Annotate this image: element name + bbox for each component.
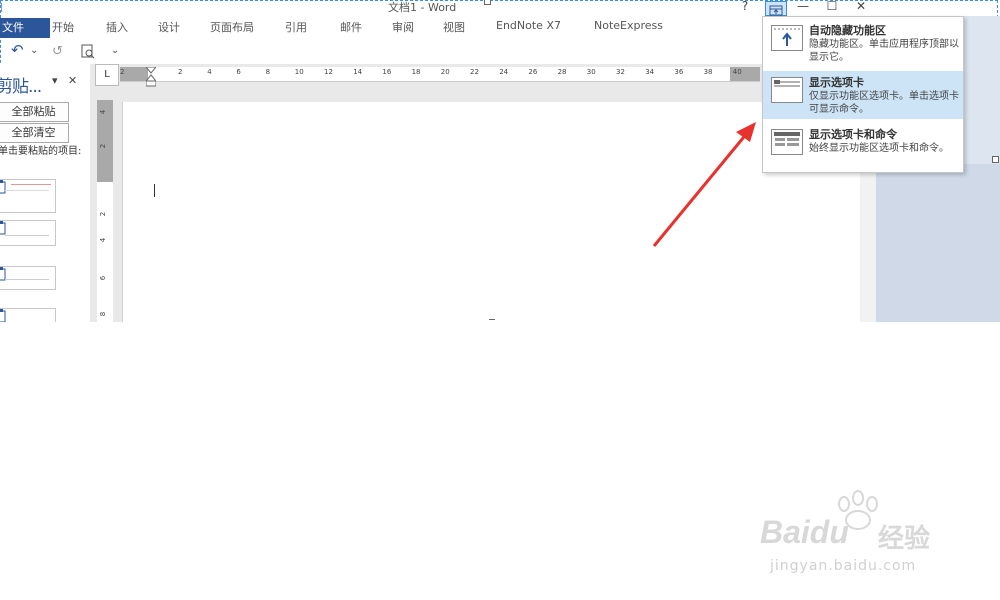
clipboard-item[interactable]	[0, 266, 56, 290]
ruler-tick-label: 28	[557, 68, 567, 76]
ruler-tick-label: 22	[470, 68, 479, 76]
resize-handle[interactable]	[484, 0, 491, 5]
option-desc: 始终显示功能区选项卡和命令。	[809, 143, 949, 154]
clipboard-item[interactable]	[0, 179, 56, 213]
option-show-tabs[interactable]: 显示选项卡 仅显示功能区选项卡。单击选项卡可显示命令。	[763, 71, 963, 119]
undo-icon[interactable]: ↶	[11, 41, 24, 59]
ruler-tick-label: 16	[382, 68, 392, 76]
option-auto-hide-ribbon[interactable]: 自动隐藏功能区 隐藏功能区。单击应用程序顶部以显示它。	[763, 19, 963, 67]
clipboard-pane: 剪贴... ▾ ✕ 全部粘贴 全部清空 单击要粘贴的项目:	[0, 64, 88, 322]
option-desc: 隐藏功能区。单击应用程序顶部以显示它。	[809, 39, 959, 63]
show-tabs-icon	[771, 77, 803, 103]
word-window: ▯ 文档1 - Word ? — ☐ ✕ 文件 开始 插入 设计 页面布局 引用…	[0, 0, 1000, 322]
ruler-tick-label: 2	[99, 143, 108, 149]
ruler-tick-label: 40	[732, 68, 742, 76]
ruler-tick-label: 14	[353, 68, 363, 76]
redo-icon[interactable]: ↺	[52, 44, 63, 59]
tab-endnote[interactable]: EndNote X7	[496, 19, 561, 32]
tab-review[interactable]: 审阅	[392, 19, 414, 35]
ruler-tick-label: 34	[645, 68, 655, 76]
clipboard-item-icon	[0, 221, 6, 235]
desktop-background	[876, 164, 1000, 322]
ruler-tick-label: 8	[99, 311, 108, 317]
indent-marker-icon[interactable]	[146, 67, 156, 87]
pane-close-button[interactable]: ✕	[68, 74, 77, 87]
print-preview-icon[interactable]	[80, 43, 96, 63]
tab-layout[interactable]: 页面布局	[210, 19, 254, 35]
clipboard-pane-title: 剪贴...	[0, 77, 42, 97]
ruler-tick-label: 6	[99, 275, 108, 281]
option-title: 显示选项卡	[809, 76, 864, 89]
baidu-watermark: Baidu 经验 jingyan.baidu.com	[760, 490, 960, 580]
ruler-tick-label: 4	[99, 109, 108, 115]
option-desc: 仅显示功能区选项卡。单击选项卡可显示命令。	[809, 91, 959, 115]
tab-noteexpress[interactable]: NoteExpress	[594, 19, 663, 32]
ruler-tick-label: 26	[528, 68, 538, 76]
ruler-tick-label: 4	[207, 68, 212, 76]
option-show-tabs-and-commands[interactable]: 显示选项卡和命令 始终显示功能区选项卡和命令。	[763, 123, 963, 171]
page-marker	[489, 319, 495, 320]
ruler-tick-label: 24	[499, 68, 509, 76]
ruler-tick-label: 12	[324, 68, 333, 76]
ruler-tick-label: 2	[99, 211, 108, 217]
option-title: 自动隐藏功能区	[809, 24, 886, 37]
ruler-tick-label: 6	[236, 68, 241, 76]
ruler-tick-label: 4	[99, 237, 108, 243]
ruler-tick-label: 10	[294, 68, 304, 76]
undo-dropdown-icon[interactable]: ⌄	[30, 45, 38, 56]
tab-view[interactable]: 视图	[443, 19, 465, 35]
tab-insert[interactable]: 插入	[106, 19, 128, 35]
clipboard-item[interactable]	[0, 308, 56, 322]
tab-stop-selector[interactable]: L	[95, 64, 119, 86]
watermark-brand-cn: 经验	[878, 524, 931, 554]
pane-options-dropdown[interactable]: ▾	[52, 74, 58, 87]
tab-design[interactable]: 设计	[158, 19, 180, 35]
clipboard-item-icon	[0, 309, 6, 322]
ruler-tick-label: 20	[440, 68, 450, 76]
ribbon-display-options-menu: 自动隐藏功能区 隐藏功能区。单击应用程序顶部以显示它。 显示选项卡 仅显示功能区…	[762, 16, 964, 173]
tab-home[interactable]: 开始	[52, 19, 74, 35]
watermark-brand: Baidu	[760, 514, 849, 550]
clear-all-button[interactable]: 全部清空	[0, 123, 69, 143]
ruler-tick-label: 36	[674, 68, 684, 76]
clipboard-item[interactable]	[0, 220, 56, 246]
clipboard-item-icon	[0, 180, 6, 194]
tab-mailings[interactable]: 邮件	[340, 19, 362, 35]
ruler-tick-label: 2	[120, 68, 125, 76]
show-tabs-commands-icon	[771, 129, 803, 155]
vertical-ruler[interactable]: 4 2 2 4 6 8	[97, 100, 113, 322]
ruler-tick-label: 2	[178, 68, 183, 76]
paste-all-button[interactable]: 全部粘贴	[0, 102, 69, 122]
tab-references[interactable]: 引用	[285, 19, 307, 35]
red-arrow-annotation	[652, 122, 756, 247]
watermark-url: jingyan.baidu.com	[770, 558, 917, 574]
horizontal-ruler[interactable]: 2 2 4 6 8 10 12 14 16 18 20 22 24 26 28 30 32 34 36 38 40	[120, 67, 760, 87]
ruler-tick-label: 38	[703, 68, 713, 76]
option-title: 显示选项卡和命令	[809, 128, 897, 141]
auto-hide-ribbon-icon	[771, 25, 803, 51]
customize-qat-icon[interactable]: ⌄	[111, 45, 119, 56]
ribbon-tabs: 开始 插入 设计 页面布局 引用 邮件 审阅 视图 EndNote X7 Not…	[0, 17, 760, 37]
ruler-tick-label: 32	[616, 68, 625, 76]
ruler-tick-label: 8	[265, 68, 271, 76]
resize-handle[interactable]	[992, 156, 999, 163]
clipboard-hint: 单击要粘贴的项目:	[0, 146, 82, 157]
ruler-tick-label: 30	[586, 68, 596, 76]
ruler-tick-label: 18	[411, 68, 421, 76]
text-cursor	[154, 184, 155, 197]
